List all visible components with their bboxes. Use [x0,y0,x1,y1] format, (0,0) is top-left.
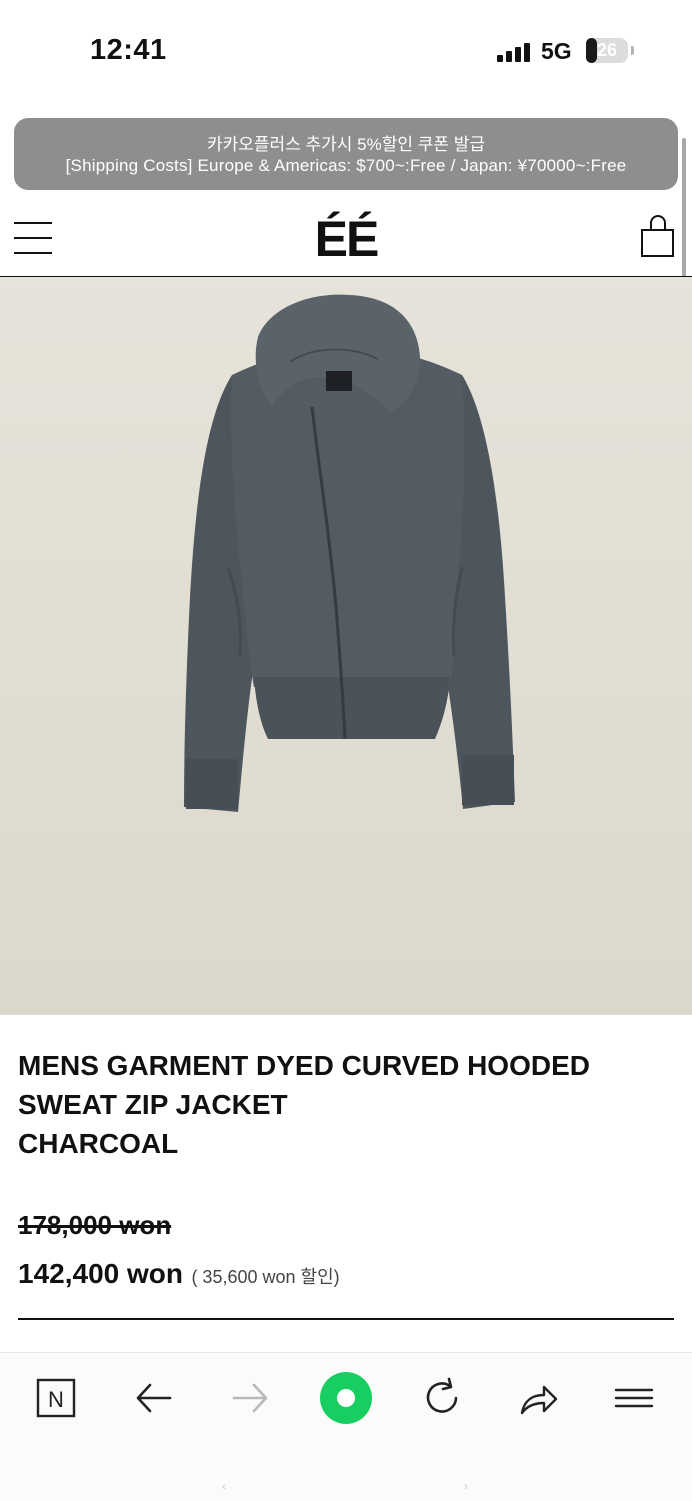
product-title-line: MENS GARMENT DYED CURVED HOODED [18,1050,590,1081]
announcement-coupon: 카카오플러스 추가시 5%할인 쿠폰 발급 [206,135,486,154]
back-arrow-icon [136,1383,172,1413]
naver-home-button[interactable]: N [30,1373,82,1423]
hooded-jacket-illustration [0,277,692,1015]
menu-icon [614,1388,654,1408]
shopping-bag-icon [641,215,674,257]
announcement-shipping: [Shipping Costs] Europe & Americas: $700… [65,156,627,175]
signal-strength-icon [497,42,533,62]
announcement-banner[interactable]: 카카오플러스 추가시 5%할인 쿠폰 발급 [Shipping Costs] E… [14,118,678,190]
browser-menu-button[interactable] [608,1373,660,1423]
green-home-button[interactable] [318,1370,374,1426]
battery-nub [631,46,634,55]
discount-amount: ( 35,600 won 할인) [191,1267,340,1287]
battery-icon: 26 [586,38,628,63]
naver-n-icon: N [36,1378,76,1418]
hamburger-menu-icon [14,252,52,254]
home-indicator-right: › [464,1479,468,1493]
original-price: 178,000 won [18,1210,172,1240]
hamburger-menu-button[interactable] [14,220,52,256]
product-image[interactable] [0,277,692,1015]
site-header: ÉÉ [0,190,692,278]
share-button[interactable] [512,1373,564,1423]
hamburger-menu-icon [14,237,52,239]
browser-toolbar: N ‹ › [0,1352,692,1501]
forward-button[interactable] [224,1373,276,1423]
status-time: 12:41 [90,34,167,66]
product-title: MENS GARMENT DYED CURVED HOODED SWEAT ZI… [18,1046,658,1163]
forward-arrow-icon [232,1383,268,1413]
hamburger-menu-icon [14,222,52,224]
sale-price: 142,400 won [18,1258,183,1289]
back-button[interactable] [128,1373,180,1423]
status-bar: 12:41 5G 26 [0,0,692,100]
site-logo[interactable]: ÉÉ [296,210,396,268]
green-circle-home-icon [320,1372,372,1424]
battery-level: 26 [596,40,618,60]
refresh-icon [426,1377,458,1413]
home-indicator-left: ‹ [222,1479,226,1493]
price-divider [18,1318,674,1320]
refresh-button[interactable] [416,1373,468,1423]
product-title-line: SWEAT ZIP JACKET [18,1089,288,1120]
share-icon [520,1385,558,1415]
product-color: CHARCOAL [18,1128,179,1159]
cart-button[interactable] [640,214,676,260]
naver-n-letter: N [48,1387,64,1412]
sale-price-row: 142,400 won ( 35,600 won 할인) [18,1258,340,1290]
network-type: 5G [541,38,572,64]
